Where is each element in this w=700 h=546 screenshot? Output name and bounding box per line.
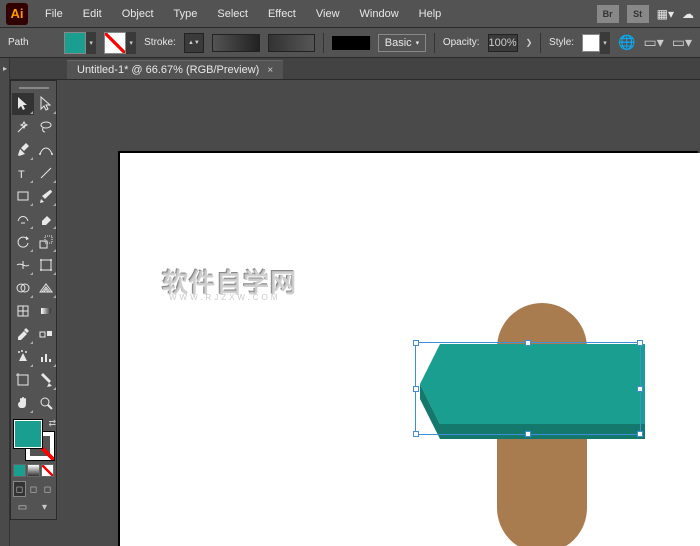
direct-selection-tool[interactable] (35, 93, 57, 115)
eyedropper-tool[interactable] (12, 323, 34, 345)
scale-tool[interactable] (35, 231, 57, 253)
canvas-area[interactable]: 软件自学网 WWW.RJZXW.COM (57, 80, 700, 546)
line-tool[interactable] (35, 162, 57, 184)
control-bar: Path ▾ ▾ Stroke: ▲▼ Basic▾ Opacity: 100%… (0, 28, 700, 58)
menu-window[interactable]: Window (351, 4, 408, 24)
curvature-tool[interactable] (35, 139, 57, 161)
arrange-docs-icon[interactable]: ▦▾ (657, 7, 674, 21)
screen-mode-row: ▭ ▾ (12, 499, 55, 515)
eraser-tool[interactable] (35, 208, 57, 230)
document-tab[interactable]: Untitled-1* @ 66.67% (RGB/Preview) × (67, 60, 283, 79)
sel-handle-br[interactable] (637, 431, 643, 437)
sel-handle-tr[interactable] (637, 340, 643, 346)
dock-expand-icon[interactable]: ▸ (0, 58, 10, 78)
free-transform-tool[interactable] (35, 254, 57, 276)
fill-color-icon[interactable] (14, 420, 42, 448)
gradient-tool[interactable] (35, 300, 57, 322)
menu-view[interactable]: View (307, 4, 349, 24)
document-tab-bar: Untitled-1* @ 66.67% (RGB/Preview) × (0, 58, 700, 80)
menu-effect[interactable]: Effect (259, 4, 305, 24)
shape-builder-tool[interactable] (12, 277, 34, 299)
zoom-tool[interactable] (35, 392, 57, 414)
menu-type[interactable]: Type (165, 4, 207, 24)
style-label: Style: (549, 37, 574, 48)
sync-icon[interactable]: ☁ (682, 7, 694, 21)
style-swatch[interactable]: ▾ (582, 32, 610, 54)
menu-object[interactable]: Object (113, 4, 163, 24)
globe-icon[interactable]: 🌐 (618, 34, 635, 51)
draw-inside[interactable]: ◻ (41, 481, 54, 497)
opacity-field[interactable]: 100% (488, 34, 518, 52)
menu-bar: Ai File Edit Object Type Select Effect V… (0, 0, 700, 28)
screen-mode-arrow-icon[interactable]: ▾ (34, 499, 55, 515)
document-tab-title: Untitled-1* @ 66.67% (RGB/Preview) (77, 64, 259, 76)
slice-tool[interactable] (35, 369, 57, 391)
tools-panel: T ⇄ ◻ ◻ ◻ ▭ ▾ (10, 80, 57, 520)
stroke-label: Stroke: (144, 37, 176, 48)
fill-swatch[interactable]: ▾ (64, 32, 96, 54)
column-graph-tool[interactable] (35, 346, 57, 368)
app-icon: Ai (6, 3, 28, 25)
symbol-sprayer-tool[interactable] (12, 346, 34, 368)
color-mode-row (12, 464, 55, 477)
menu-edit[interactable]: Edit (74, 4, 111, 24)
paintbrush-tool[interactable] (35, 185, 57, 207)
color-mode-solid[interactable] (13, 464, 26, 477)
fill-stroke-control[interactable]: ⇄ (12, 418, 56, 462)
gradient-preview[interactable] (268, 34, 316, 52)
hand-tool[interactable] (12, 392, 34, 414)
sel-handle-mr[interactable] (637, 386, 643, 392)
rectangle-tool[interactable] (12, 185, 34, 207)
menu-help[interactable]: Help (410, 4, 451, 24)
watermark-subtext: WWW.RJZXW.COM (169, 293, 280, 302)
svg-text:T: T (18, 169, 25, 181)
bridge-icon[interactable]: Br (597, 5, 619, 23)
lasso-tool[interactable] (35, 116, 57, 138)
sel-handle-ml[interactable] (413, 386, 419, 392)
selection-mode: Path (8, 37, 29, 48)
draw-mode-row: ◻ ◻ ◻ (12, 481, 55, 497)
tab-close-icon[interactable]: × (267, 65, 273, 76)
artboard-tool[interactable] (12, 369, 34, 391)
brush-definition[interactable] (332, 36, 370, 50)
blend-tool[interactable] (35, 323, 57, 345)
stroke-weight-field[interactable]: ▲▼ (184, 33, 204, 53)
transform-icon[interactable]: ▭▾ (672, 34, 692, 51)
perspective-grid-tool[interactable] (35, 277, 57, 299)
pen-tool[interactable] (12, 139, 34, 161)
left-dock-gutter: ▸ (0, 58, 10, 546)
panel-grip[interactable] (12, 83, 55, 93)
brush-basic-button[interactable]: Basic▾ (378, 34, 426, 52)
opacity-label: Opacity: (443, 37, 480, 48)
screen-mode-button[interactable]: ▭ (12, 499, 33, 515)
align-icon[interactable]: ▭▾ (643, 34, 663, 51)
sel-handle-tm[interactable] (525, 340, 531, 346)
menu-file[interactable]: File (36, 4, 72, 24)
shaper-tool[interactable] (12, 208, 34, 230)
color-mode-none[interactable] (41, 464, 54, 477)
draw-normal[interactable]: ◻ (13, 481, 26, 497)
sel-handle-tl[interactable] (413, 340, 419, 346)
selection-tool[interactable] (12, 93, 34, 115)
rotate-tool[interactable] (12, 231, 34, 253)
width-tool[interactable] (12, 254, 34, 276)
var-width-profile[interactable] (212, 34, 260, 52)
magic-wand-tool[interactable] (12, 116, 34, 138)
stock-icon[interactable]: St (627, 5, 649, 23)
sel-handle-bm[interactable] (525, 431, 531, 437)
stroke-swatch[interactable]: ▾ (104, 32, 136, 54)
swap-fill-stroke-icon[interactable]: ⇄ (48, 418, 56, 429)
draw-behind[interactable]: ◻ (27, 481, 40, 497)
menu-select[interactable]: Select (208, 4, 257, 24)
mesh-tool[interactable] (12, 300, 34, 322)
type-tool[interactable]: T (12, 162, 34, 184)
selection-bounding-box[interactable] (415, 342, 641, 435)
sel-handle-bl[interactable] (413, 431, 419, 437)
opacity-arrow-icon[interactable]: ❯ (526, 38, 533, 47)
color-mode-gradient[interactable] (27, 464, 40, 477)
